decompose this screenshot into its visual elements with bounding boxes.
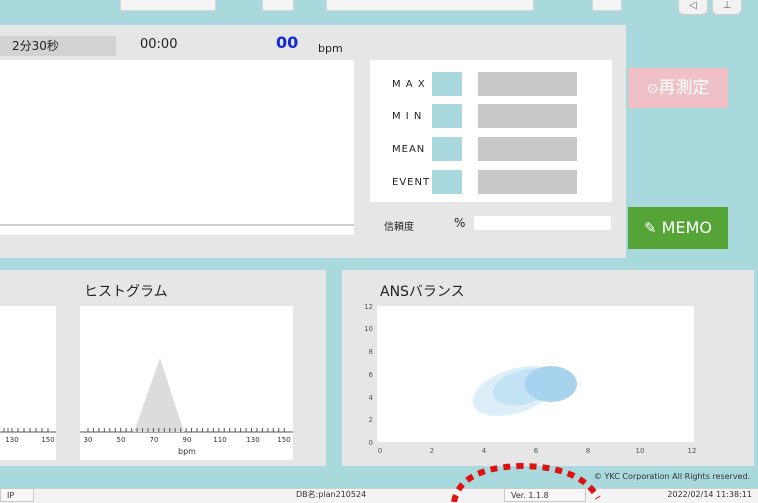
top-field-4[interactable] [592, 0, 622, 11]
ans-xtick-6: 6 [534, 447, 539, 455]
duration-label: 2分30秒 [12, 39, 59, 53]
ans-ytick-10: 10 [364, 325, 373, 333]
stat-event-label: EVENT [392, 177, 431, 188]
ans-ellipse-inner [525, 366, 577, 402]
home-icon: ⊥ [722, 0, 732, 11]
duration-chip: 2分30秒 [0, 36, 116, 56]
ans-xtick-12: 12 [688, 447, 697, 455]
memo-button[interactable]: ✎ MEMO [628, 207, 728, 249]
stat-event-value [478, 170, 577, 194]
refresh-icon: ⊙ [646, 81, 659, 97]
ans-ytick-8: 8 [369, 348, 373, 356]
stat-max-indicator [432, 72, 462, 96]
nav-back-button[interactable]: ◁ [678, 0, 708, 15]
histogram-chart: 30 50 70 90 110 130 150 bpm [80, 358, 293, 456]
ans-xtick-2: 2 [430, 447, 434, 455]
confidence-value [474, 216, 611, 230]
ans-chart: 0 2 4 6 8 10 12 0 2 4 6 8 10 12 [364, 303, 697, 455]
status-datetime: 2022/02/14 11:38:11 [667, 490, 752, 499]
stats-box: M A X M I N MEAN EVENT [370, 60, 612, 202]
remeasure-label: 再測定 [658, 78, 710, 98]
stat-min-value [478, 104, 577, 128]
copyright-text: © YKC Corporation All Rights reserved. [594, 472, 751, 481]
waveform-baseline [0, 224, 354, 226]
hist-tick-50: 50 [117, 436, 126, 444]
ans-ytick-2: 2 [369, 416, 373, 424]
edit-note-icon: ✎ [644, 219, 657, 237]
histogram-plot: 30 50 70 90 110 130 150 bpm [80, 306, 293, 460]
elapsed-time: 00:00 [140, 37, 178, 52]
nav-home-button[interactable]: ⊥ [712, 0, 742, 15]
ans-ytick-0: 0 [369, 439, 373, 447]
ans-ytick-4: 4 [369, 394, 374, 402]
ans-xtick-10: 10 [636, 447, 645, 455]
chevron-left-icon: ◁ [689, 0, 697, 11]
stat-min-label: M I N [392, 111, 423, 122]
heart-rate-unit: bpm [318, 42, 343, 55]
waveform-graph [0, 60, 354, 235]
hist-left-tick-0: 130 [5, 436, 18, 444]
confidence-label: 信頼度 [384, 222, 414, 233]
ans-title: ANSバランス [380, 284, 465, 300]
histogram-title: ヒストグラム [84, 284, 168, 300]
top-field-3[interactable] [326, 0, 534, 11]
annotation-circle [451, 462, 601, 502]
stat-max-value [478, 72, 577, 96]
ans-ytick-12: 12 [364, 303, 373, 311]
stat-max-label: M A X [392, 79, 426, 90]
hist-tick-70: 70 [150, 436, 159, 444]
hist-left-tick-1: 150 [41, 436, 54, 444]
top-field-2[interactable] [262, 0, 294, 11]
histogram-left-plot: 130 150 [0, 306, 56, 460]
status-db-name: DB名:plan210524 [296, 490, 367, 499]
ans-xtick-4: 4 [482, 447, 487, 455]
histogram-xlabel: bpm [178, 447, 196, 456]
remeasure-button[interactable]: ⊙再測定 [628, 68, 728, 108]
hist-tick-130: 130 [246, 436, 259, 444]
histogram-peak [134, 358, 184, 432]
hist-tick-30: 30 [84, 436, 93, 444]
hist-tick-150: 150 [277, 436, 290, 444]
hist-tick-110: 110 [213, 436, 226, 444]
stat-mean-label: MEAN [392, 144, 426, 155]
ans-xtick-0: 0 [378, 447, 382, 455]
memo-label: MEMO [661, 218, 712, 237]
status-ip: IP [0, 488, 34, 502]
histogram-left-axis: 130 150 [0, 428, 56, 444]
stat-mean-value [478, 137, 577, 161]
heart-rate-value: 00 [276, 33, 299, 52]
stat-min-indicator [432, 104, 462, 128]
stat-event-indicator [432, 170, 462, 194]
ans-ytick-6: 6 [369, 371, 374, 379]
top-field-1[interactable] [120, 0, 216, 11]
confidence-unit: % [454, 216, 466, 230]
stat-mean-indicator [432, 137, 462, 161]
hist-tick-90: 90 [183, 436, 192, 444]
ans-xtick-8: 8 [586, 447, 590, 455]
